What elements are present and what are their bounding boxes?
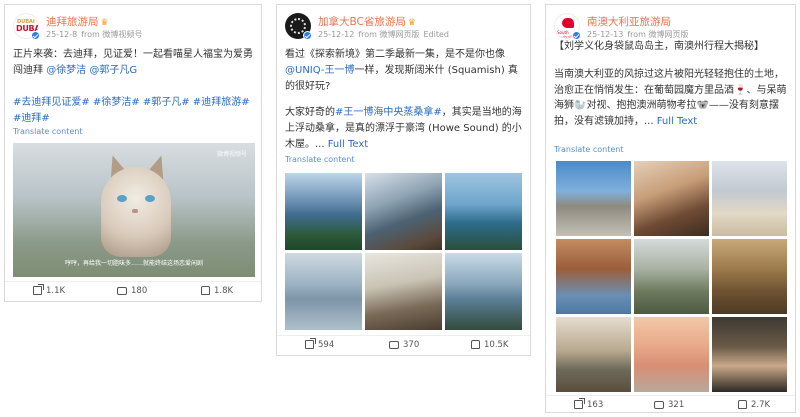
full-text-link[interactable]: Full Text	[657, 116, 698, 127]
comment-count: 370	[403, 340, 420, 350]
like-count: 1.8K	[214, 286, 234, 296]
weibo-post-card: South Australia 南澳大利亚旅游局 25-12-13 from 微博…	[545, 4, 796, 413]
mention-link[interactable]: @郭子凡G	[89, 65, 137, 76]
post-source: from 微博网页版	[358, 30, 420, 39]
post-meta: 25-12-8 from 微博视频号	[46, 29, 146, 40]
cat-image-part	[117, 195, 127, 202]
video-watermark: 微博视频号	[216, 151, 247, 158]
comment-button[interactable]: 321	[654, 400, 684, 410]
photo-thumbnail[interactable]	[556, 161, 631, 236]
video-player[interactable]: 微博视频号 哼哼，再给我一切脂味多……就能终结这场恋爱闲剧	[13, 143, 255, 277]
comment-button[interactable]: 370	[389, 340, 419, 350]
comment-icon	[654, 400, 664, 409]
comment-count: 180	[131, 286, 148, 296]
author-name-link[interactable]: 迪拜旅游局 ♛	[46, 14, 109, 29]
post-actions: 163 321 2.7K	[546, 395, 795, 415]
photo-thumbnail[interactable]	[285, 173, 362, 250]
like-count: 10.5K	[484, 340, 509, 350]
translate-link[interactable]: Translate content	[285, 155, 355, 164]
post-date[interactable]: 25-12-13	[587, 30, 623, 39]
share-count: 1.1K	[46, 286, 66, 296]
translate-link[interactable]: Translate content	[554, 145, 624, 154]
mention-link[interactable]: @UNIQ-王一博	[285, 65, 355, 76]
weibo-post-card: DUBAI DUBAI 迪拜旅游局♛ 25-12-8from 微博视频号 正片来…	[4, 4, 262, 302]
mention-link[interactable]: @徐梦洁	[46, 65, 86, 76]
share-button[interactable]: 594	[305, 338, 335, 350]
photo-thumbnail[interactable]	[365, 173, 442, 250]
photo-thumbnail[interactable]	[445, 253, 522, 330]
photo-thumbnail[interactable]	[556, 317, 631, 392]
crown-icon: ♛	[100, 18, 109, 28]
share-button[interactable]: 163	[574, 398, 604, 410]
photo-thumbnail[interactable]	[445, 173, 522, 250]
like-button[interactable]: 2.7K	[738, 400, 770, 410]
share-button[interactable]: 1.1K	[33, 284, 66, 296]
verified-badge-icon	[31, 31, 40, 40]
post-date[interactable]: 25-12-12	[318, 30, 354, 39]
post-date[interactable]: 25-12-8	[46, 30, 77, 39]
post-text-2: 大家好奇的#王一博海中央蒸桑拿#，其实是当地的海上浮动桑拿，是真的漂浮于豪湾 (…	[285, 105, 522, 153]
post-title: 【刘学义化身袋鼠岛岛主，南澳州行程大揭秘】	[554, 41, 764, 52]
cat-image-part	[145, 195, 155, 202]
hashtag-links[interactable]: #去迪拜见证爱# #徐梦洁# #郭子凡# #迪拜旅游# #迪拜#	[13, 97, 250, 124]
weibo-post-card: 加拿大BC省旅游局 ♛ 25-12-12 from 微博网页版 Edited 看过《探…	[276, 4, 531, 356]
author-name-link[interactable]: 加拿大BC省旅游局 ♛	[318, 14, 416, 29]
post-text-content: 看过《探索新境》第二季最新一集，是不是你也像	[285, 49, 505, 60]
video-subtitle: 哼哼，再给我一切脂味多……就能终结这场恋爱闲剧	[64, 260, 203, 267]
share-count: 163	[587, 400, 604, 410]
post-text: 正片来袭：去迪拜，见证爱！一起看喵星人福宝为爱勇闯迪拜 @徐梦洁 @郭子凡G	[13, 47, 253, 79]
edited-label: Edited	[423, 30, 449, 39]
post-source: from 微博视频号	[81, 30, 143, 39]
post-text: 看过《探索新境》第二季最新一集，是不是你也像@UNIQ-王一博一样，发现斯阔米什…	[285, 47, 522, 95]
photo-thumbnail[interactable]	[634, 239, 709, 314]
post-header: 加拿大BC省旅游局 ♛ 25-12-12 from 微博网页版 Edited	[285, 13, 524, 43]
post-header: DUBAI DUBAI 迪拜旅游局♛ 25-12-8from 微博视频号	[13, 13, 255, 43]
like-icon	[738, 400, 747, 409]
crown-icon: ♛	[407, 18, 416, 28]
share-count: 594	[318, 340, 335, 350]
like-count: 2.7K	[751, 400, 771, 410]
author-name: 加拿大BC省旅游局	[318, 16, 406, 28]
photo-thumbnail[interactable]	[712, 317, 787, 392]
translate-link[interactable]: Translate content	[13, 127, 83, 136]
photo-thumbnail[interactable]	[285, 253, 362, 330]
photo-thumbnail[interactable]	[634, 317, 709, 392]
photo-thumbnail[interactable]	[634, 161, 709, 236]
hashtag-link[interactable]: #王一博海中央蒸桑拿#	[335, 107, 442, 118]
photo-thumbnail[interactable]	[712, 239, 787, 314]
post-actions: 594 370 10.5K	[277, 335, 530, 355]
full-text-link[interactable]: Full Text	[328, 139, 369, 150]
author-name-link[interactable]: 南澳大利亚旅游局	[587, 14, 671, 29]
comment-icon	[389, 340, 399, 349]
like-button[interactable]: 1.8K	[201, 286, 233, 296]
photo-thumbnail[interactable]	[365, 253, 442, 330]
post-hashtags: #去迪拜见证爱# #徐梦洁# #郭子凡# #迪拜旅游# #迪拜#	[13, 95, 253, 127]
avatar-logo	[562, 18, 574, 28]
author-name: 迪拜旅游局	[46, 16, 99, 28]
share-icon	[305, 338, 316, 349]
comment-button[interactable]: 180	[117, 286, 147, 296]
post-text-content: 大家好奇的	[285, 107, 335, 118]
cat-image-part	[132, 209, 138, 213]
post-text: 当南澳大利亚的风掠过这片被阳光轻轻抱住的土地，治愈正在悄悄发生：在葡萄园魔方里品…	[554, 67, 787, 129]
verified-badge-icon	[303, 31, 312, 40]
like-icon	[201, 286, 210, 295]
comment-count: 321	[668, 400, 685, 410]
photo-thumbnail[interactable]	[556, 239, 631, 314]
share-icon	[33, 284, 44, 295]
author-name: 南澳大利亚旅游局	[587, 16, 671, 28]
photo-thumbnail[interactable]	[712, 161, 787, 236]
post-actions: 1.1K 180 1.8K	[5, 281, 261, 301]
post-source: from 微博网页版	[627, 30, 689, 39]
like-icon	[471, 340, 480, 349]
comment-icon	[117, 286, 127, 295]
share-icon	[574, 398, 585, 409]
post-meta: 25-12-12 from 微博网页版 Edited	[318, 29, 453, 40]
like-button[interactable]: 10.5K	[471, 340, 509, 350]
